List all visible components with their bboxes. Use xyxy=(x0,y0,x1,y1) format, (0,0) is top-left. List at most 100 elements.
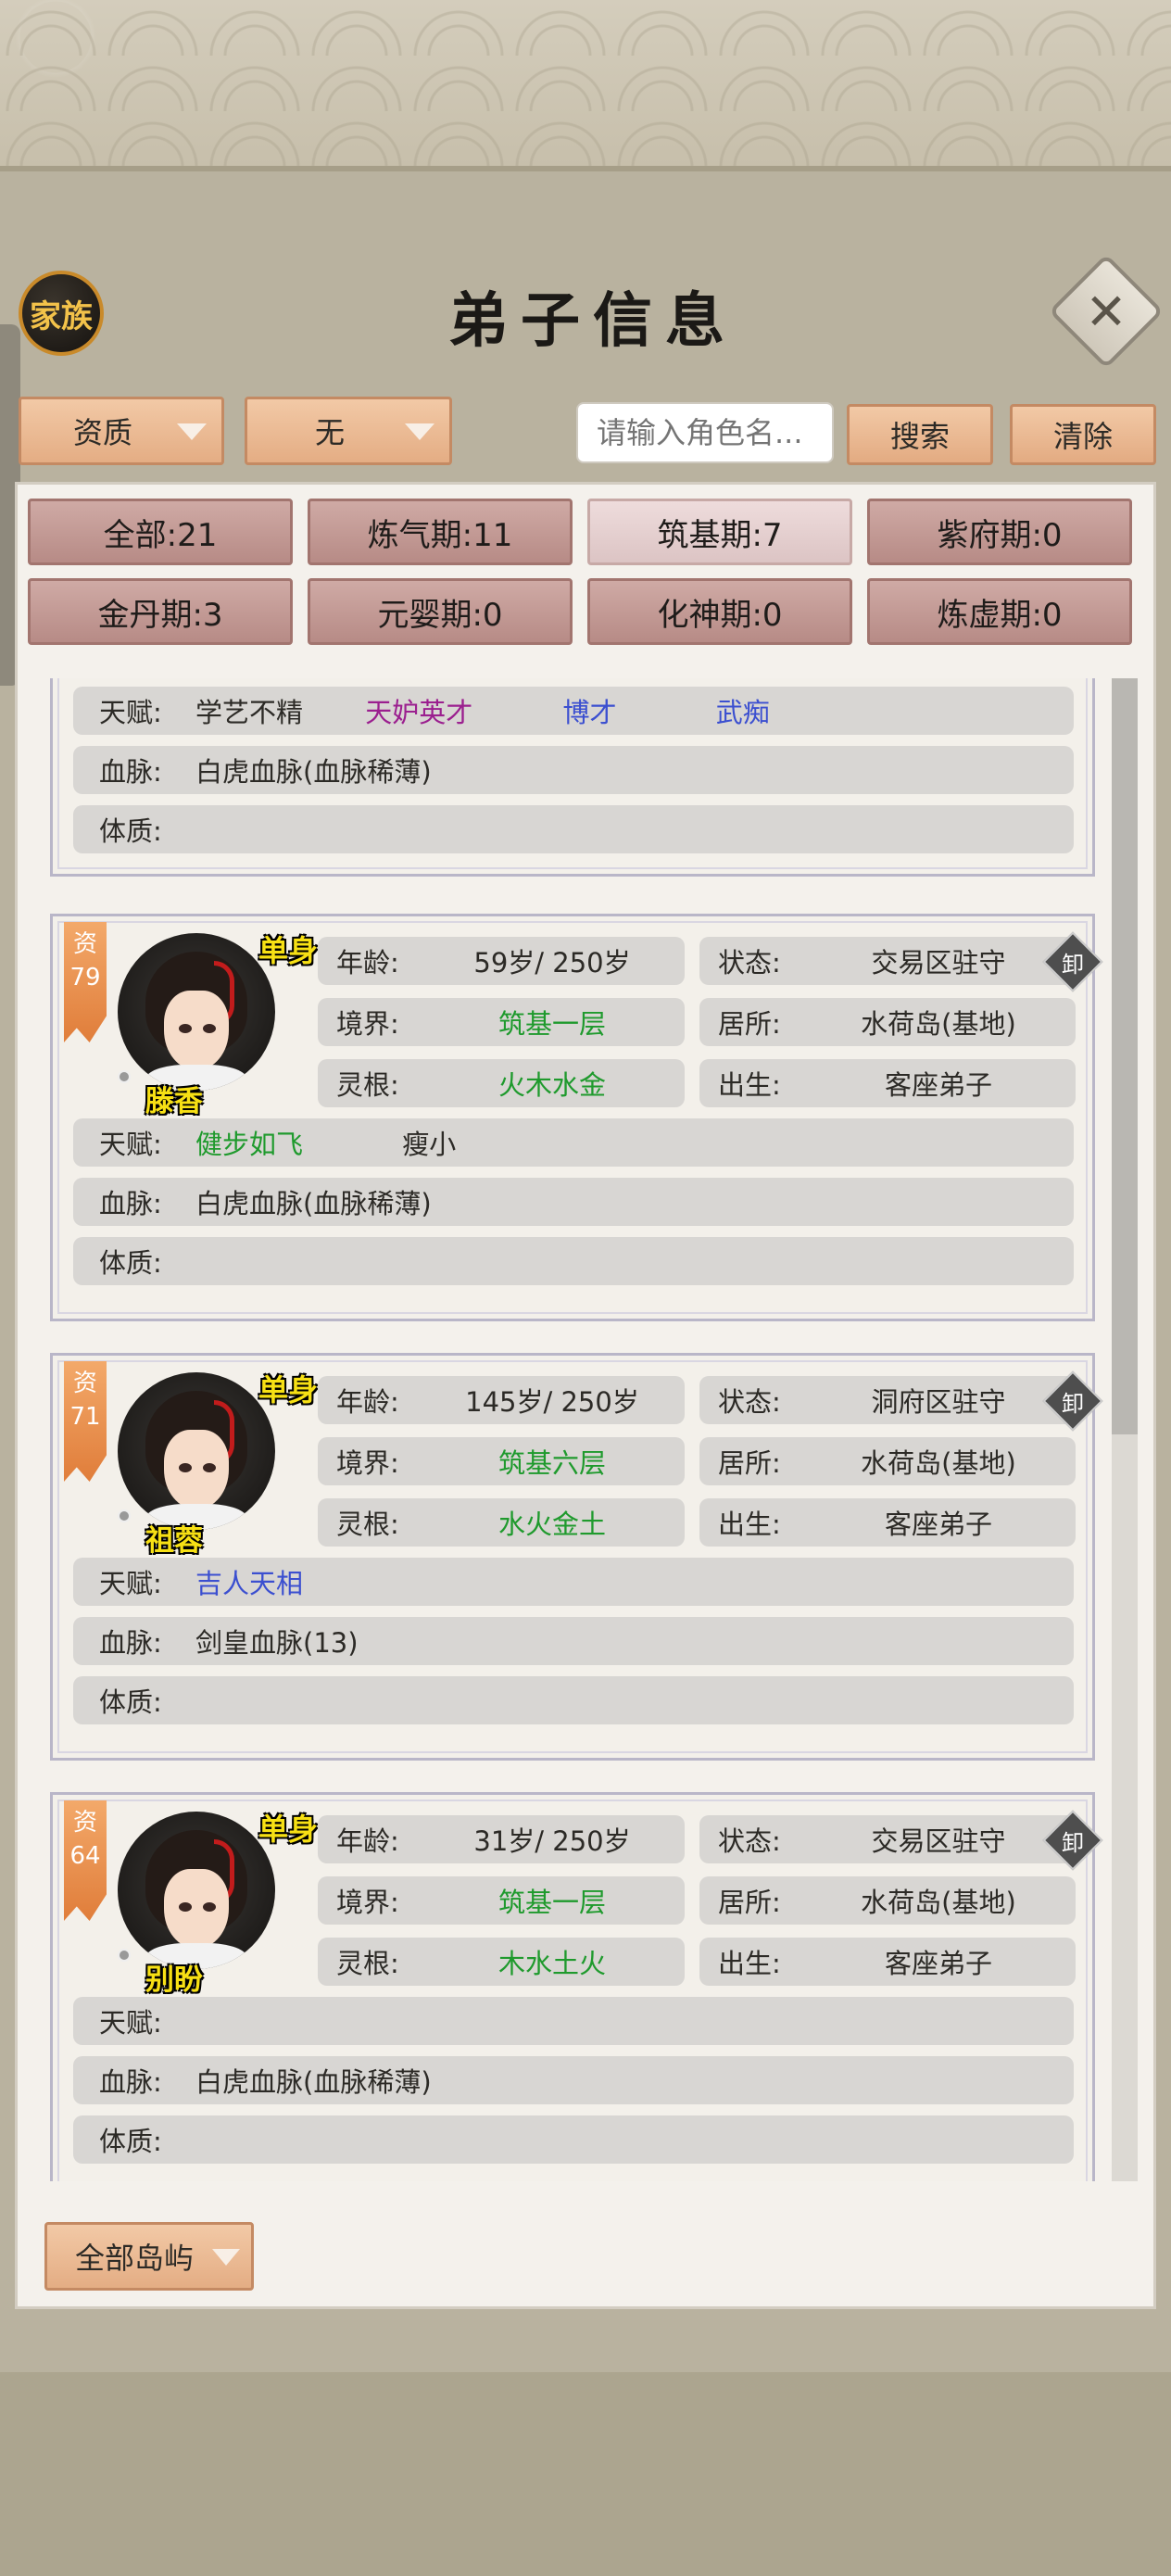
realm-label: 境界: xyxy=(336,1887,399,1918)
talent-item: 天妒英才 xyxy=(365,697,473,728)
aptitude-prefix: 资 xyxy=(72,930,97,958)
stage-tab-nascent-soul[interactable]: 元婴期:0 xyxy=(308,578,573,645)
bloodline-value: 剑皇血脉(13) xyxy=(195,1627,359,1659)
aptitude-prefix: 资 xyxy=(72,1370,97,1397)
realm-field: 境界: 筑基一层 xyxy=(318,998,685,1046)
age-value: 59岁/ 250岁 xyxy=(473,947,631,979)
disciple-card-partial[interactable]: 天赋: 学艺不精 天妒英才 博才 武痴 血脉: 白虎血脉(血脉稀薄) 体质: xyxy=(50,678,1095,877)
status-label: 状态: xyxy=(718,1825,781,1857)
clear-button[interactable]: 清除 xyxy=(1010,404,1156,465)
chevron-down-icon xyxy=(177,423,207,440)
bloodline-row: 血脉: 白虎血脉(血脉稀薄) xyxy=(73,746,1074,794)
root-field: 灵根: 水火金土 xyxy=(318,1498,685,1547)
family-button[interactable]: 家族 xyxy=(19,271,104,356)
origin-value: 客座弟子 xyxy=(884,1948,992,1979)
stage-filter-grid: 全部:21 炼气期:11 筑基期:7 紫府期:0 金丹期:3 元婴期:0 化神期… xyxy=(28,499,1140,654)
origin-label: 出生: xyxy=(718,1948,781,1979)
online-dot-icon xyxy=(118,1949,131,1962)
realm-field: 境界: 筑基一层 xyxy=(318,1876,685,1925)
root-value: 火木水金 xyxy=(497,1069,606,1101)
root-label: 灵根: xyxy=(336,1069,399,1101)
status-value: 交易区驻守 xyxy=(871,947,1006,979)
bloodline-label: 血脉: xyxy=(99,1188,162,1219)
scrollbar-thumb[interactable] xyxy=(1112,678,1138,1434)
physique-label: 体质: xyxy=(99,1247,162,1279)
talent-label: 天赋: xyxy=(99,2007,162,2039)
avatar[interactable] xyxy=(118,933,275,1091)
unload-icon: 卸 xyxy=(1062,1390,1084,1417)
status-label: 状态: xyxy=(718,947,781,979)
status-value: 洞府区驻守 xyxy=(871,1386,1006,1418)
chevron-down-icon xyxy=(405,423,434,440)
aptitude-dropdown[interactable]: 资质 xyxy=(19,397,224,465)
island-filter-dropdown[interactable]: 全部岛屿 xyxy=(44,2222,254,2291)
stage-tab-golden-core[interactable]: 金丹期:3 xyxy=(28,578,293,645)
realm-label: 境界: xyxy=(336,1008,399,1040)
stage-tab-all[interactable]: 全部:21 xyxy=(28,499,293,565)
talent-row: 天赋: xyxy=(73,1997,1074,2045)
talent-item: 吉人天相 xyxy=(195,1568,304,1599)
talent-row: 天赋: 学艺不精 天妒英才 博才 武痴 xyxy=(73,687,1074,735)
talent-row: 天赋: 吉人天相 xyxy=(73,1558,1074,1606)
marital-status-tag: 单身 xyxy=(258,1372,319,1408)
bloodline-row: 血脉: 剑皇血脉(13) xyxy=(73,1617,1074,1665)
stage-tab-spirit-transform[interactable]: 化神期:0 xyxy=(587,578,852,645)
talent-item: 博才 xyxy=(562,697,617,728)
realm-field: 境界: 筑基六层 xyxy=(318,1437,685,1485)
top-banner xyxy=(0,0,1171,171)
residence-value: 水荷岛(基地) xyxy=(861,1447,1016,1479)
island-filter-label: 全部岛屿 xyxy=(75,2241,195,2276)
avatar[interactable] xyxy=(118,1812,275,1969)
stage-tab-void-refining[interactable]: 炼虚期:0 xyxy=(867,578,1132,645)
disciple-card[interactable]: 资 71 单身 祖蓉 年龄: 145岁/ 250岁 状态: 洞府区驻守 卸 境界… xyxy=(50,1353,1103,1761)
aptitude-dropdown-label: 资质 xyxy=(72,415,132,450)
bloodline-value: 白虎血脉(血脉稀薄) xyxy=(195,756,432,788)
root-label: 灵根: xyxy=(336,1948,399,1979)
disciple-list[interactable]: 天赋: 学艺不精 天妒英才 博才 武痴 血脉: 白虎血脉(血脉稀薄) 体质: 资… xyxy=(37,678,1123,2181)
age-field: 年龄: 59岁/ 250岁 xyxy=(318,937,685,985)
marital-status-tag: 单身 xyxy=(258,1812,319,1847)
secondary-dropdown[interactable]: 无 xyxy=(245,397,452,465)
root-value: 水火金土 xyxy=(497,1509,606,1540)
aptitude-flag: 资 64 xyxy=(64,1800,107,1921)
disciple-name: 祖蓉 xyxy=(145,1524,203,1558)
chevron-down-icon xyxy=(212,2249,240,2266)
physique-row: 体质: xyxy=(73,1237,1074,1285)
family-label: 家族 xyxy=(30,297,93,335)
aptitude-flag: 资 79 xyxy=(64,922,107,1042)
age-label: 年龄: xyxy=(336,1825,399,1857)
unload-icon: 卸 xyxy=(1062,951,1084,978)
root-value: 木水土火 xyxy=(497,1948,606,1979)
disciple-name: 别盼 xyxy=(145,1964,203,1997)
talent-label: 天赋: xyxy=(99,1568,162,1599)
search-button[interactable]: 搜索 xyxy=(847,404,993,465)
physique-label: 体质: xyxy=(99,1686,162,1718)
talent-item: 健步如飞 xyxy=(195,1129,304,1160)
stage-tab-qi-refining[interactable]: 炼气期:11 xyxy=(308,499,573,565)
avatar[interactable] xyxy=(118,1372,275,1530)
physique-label: 体质: xyxy=(99,815,162,847)
list-scrollbar[interactable] xyxy=(1112,678,1138,2181)
residence-field: 居所: 水荷岛(基地) xyxy=(699,1437,1076,1485)
bloodline-label: 血脉: xyxy=(99,1627,162,1659)
residence-label: 居所: xyxy=(718,1447,781,1479)
aptitude-value: 79 xyxy=(69,964,101,991)
secondary-dropdown-label: 无 xyxy=(314,415,345,450)
search-input[interactable] xyxy=(576,402,834,463)
stage-tab-foundation[interactable]: 筑基期:7 xyxy=(587,499,852,565)
residence-label: 居所: xyxy=(718,1887,781,1918)
realm-label: 境界: xyxy=(336,1447,399,1479)
disciple-card[interactable]: 资 79 单身 滕香 年龄: 59岁/ 250岁 状态: 交易区驻守 卸 境界:… xyxy=(50,914,1103,1321)
root-field: 灵根: 火木水金 xyxy=(318,1059,685,1107)
status-field: 状态: 洞府区驻守 xyxy=(699,1376,1076,1424)
disciple-card[interactable]: 资 64 单身 别盼 年龄: 31岁/ 250岁 状态: 交易区驻守 卸 境界:… xyxy=(50,1792,1103,2181)
age-label: 年龄: xyxy=(336,947,399,979)
stage-tab-purple-mansion[interactable]: 紫府期:0 xyxy=(867,499,1132,565)
close-icon: ✕ xyxy=(1085,282,1127,341)
talent-label: 天赋: xyxy=(99,697,162,728)
physique-row: 体质: xyxy=(73,2115,1074,2164)
aptitude-value: 64 xyxy=(69,1842,101,1870)
close-button[interactable]: ✕ xyxy=(1048,253,1165,370)
bottom-background xyxy=(0,2372,1171,2576)
talent-item: 武痴 xyxy=(715,697,770,728)
